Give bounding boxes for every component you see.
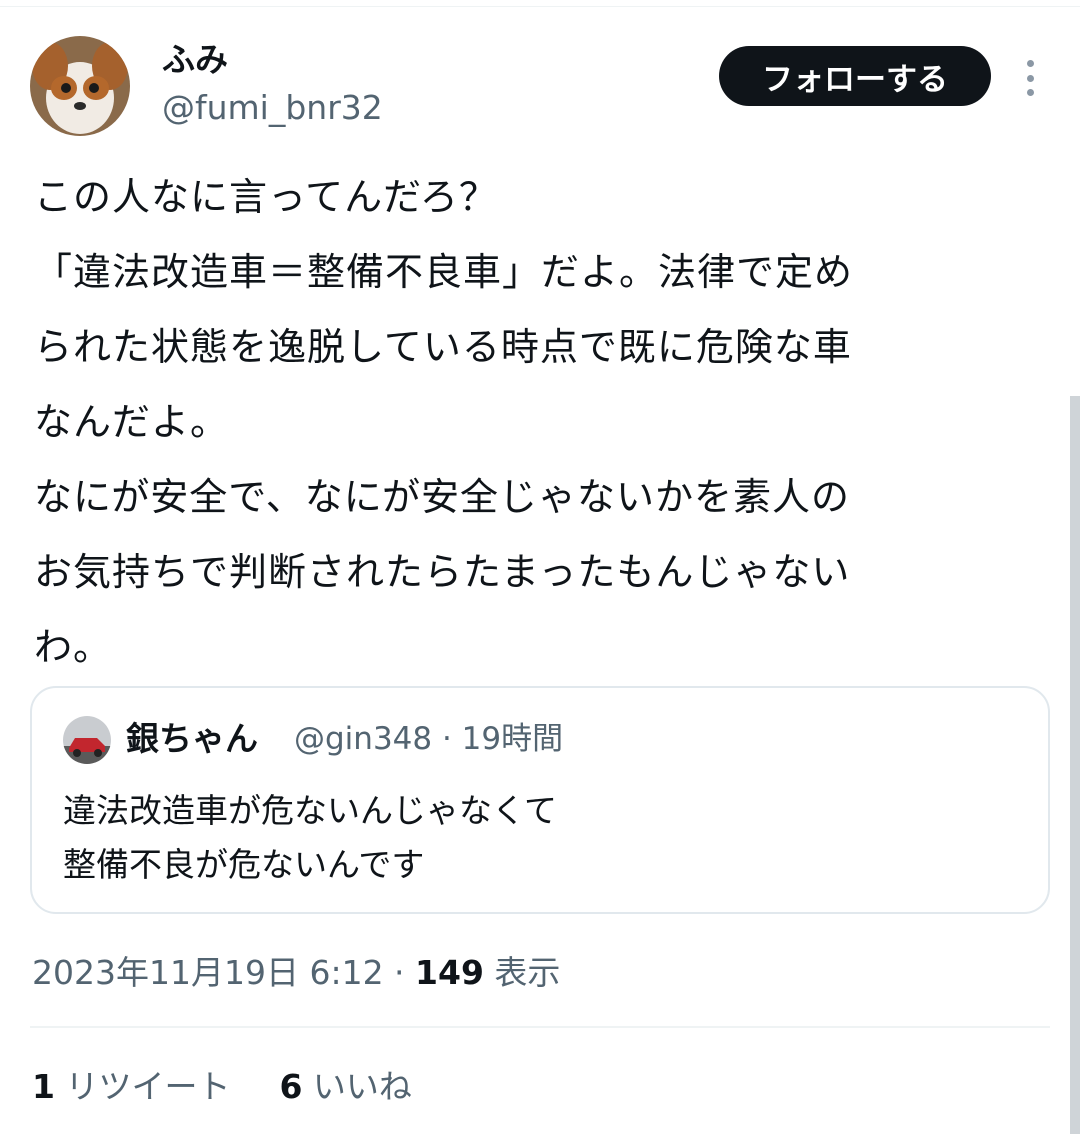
follow-button[interactable]: フォローする xyxy=(719,46,991,106)
engagement-stats: 1 リツイート 6 いいね xyxy=(32,1064,412,1110)
quote-handle-time: @gin348 · 19時間 xyxy=(294,721,564,757)
tweet-text-line: お気持ちで判断されたらたまったもんじゃない xyxy=(34,550,851,594)
stats-divider xyxy=(30,1026,1050,1028)
tweet-text-line: なにが安全で、なにが安全じゃないかを素人の xyxy=(34,475,850,519)
dot xyxy=(1026,89,1034,96)
retweet-label: リツイート xyxy=(54,1067,231,1106)
author-handle[interactable]: @fumi_bnr32 xyxy=(162,88,383,128)
more-vertical-icon[interactable] xyxy=(1020,58,1040,98)
quote-text-line: 整備不良が危ないんです xyxy=(63,845,425,884)
author-display-name[interactable]: ふみ xyxy=(162,40,228,80)
dot xyxy=(1026,60,1034,67)
views-count: 149 xyxy=(415,953,484,992)
scrollbar[interactable] xyxy=(1070,396,1080,1134)
like-stat[interactable]: 6 いいね xyxy=(279,1067,411,1106)
dog-avatar-icon xyxy=(30,36,130,136)
quote-text-line: 違法改造車が危ないんじゃなくて xyxy=(63,791,558,830)
like-count: 6 xyxy=(279,1067,303,1106)
tweet-text: この人なに言ってんだろ？ 「違法改造車＝整備不良車」だよ。法律で定め られた状態… xyxy=(34,160,1044,685)
retweet-count: 1 xyxy=(32,1067,55,1106)
author-avatar[interactable] xyxy=(30,36,130,136)
quote-display-name: 銀ちゃん xyxy=(126,719,258,758)
tweet-text-line: なんだよ。 xyxy=(34,400,230,444)
dot xyxy=(1026,74,1034,82)
quoted-tweet[interactable]: 銀ちゃん @gin348 · 19時間 違法改造車が危ないんじゃなくて 整備不良… xyxy=(30,686,1050,914)
top-divider xyxy=(0,6,1080,7)
tweet-text-line: この人なに言ってんだろ？ xyxy=(34,175,498,219)
timestamp[interactable]: 2023年11月19日 6:12 · xyxy=(32,953,415,992)
views-label: 表示 xyxy=(483,953,561,992)
retweet-stat[interactable]: 1 リツイート xyxy=(32,1067,230,1106)
tweet-text-line: わ。 xyxy=(34,625,113,669)
tweet-meta: 2023年11月19日 6:12 · 149 表示 xyxy=(32,950,560,996)
car-avatar-icon xyxy=(63,716,111,764)
like-label: いいね xyxy=(302,1067,412,1106)
quote-avatar xyxy=(63,716,111,764)
tweet-text-line: られた状態を逸脱している時点で既に危険な車 xyxy=(34,325,852,369)
quote-text: 違法改造車が危ないんじゃなくて 整備不良が危ないんです xyxy=(63,784,557,892)
tweet-text-line: 「違法改造車＝整備不良車」だよ。法律で定め xyxy=(34,250,854,294)
